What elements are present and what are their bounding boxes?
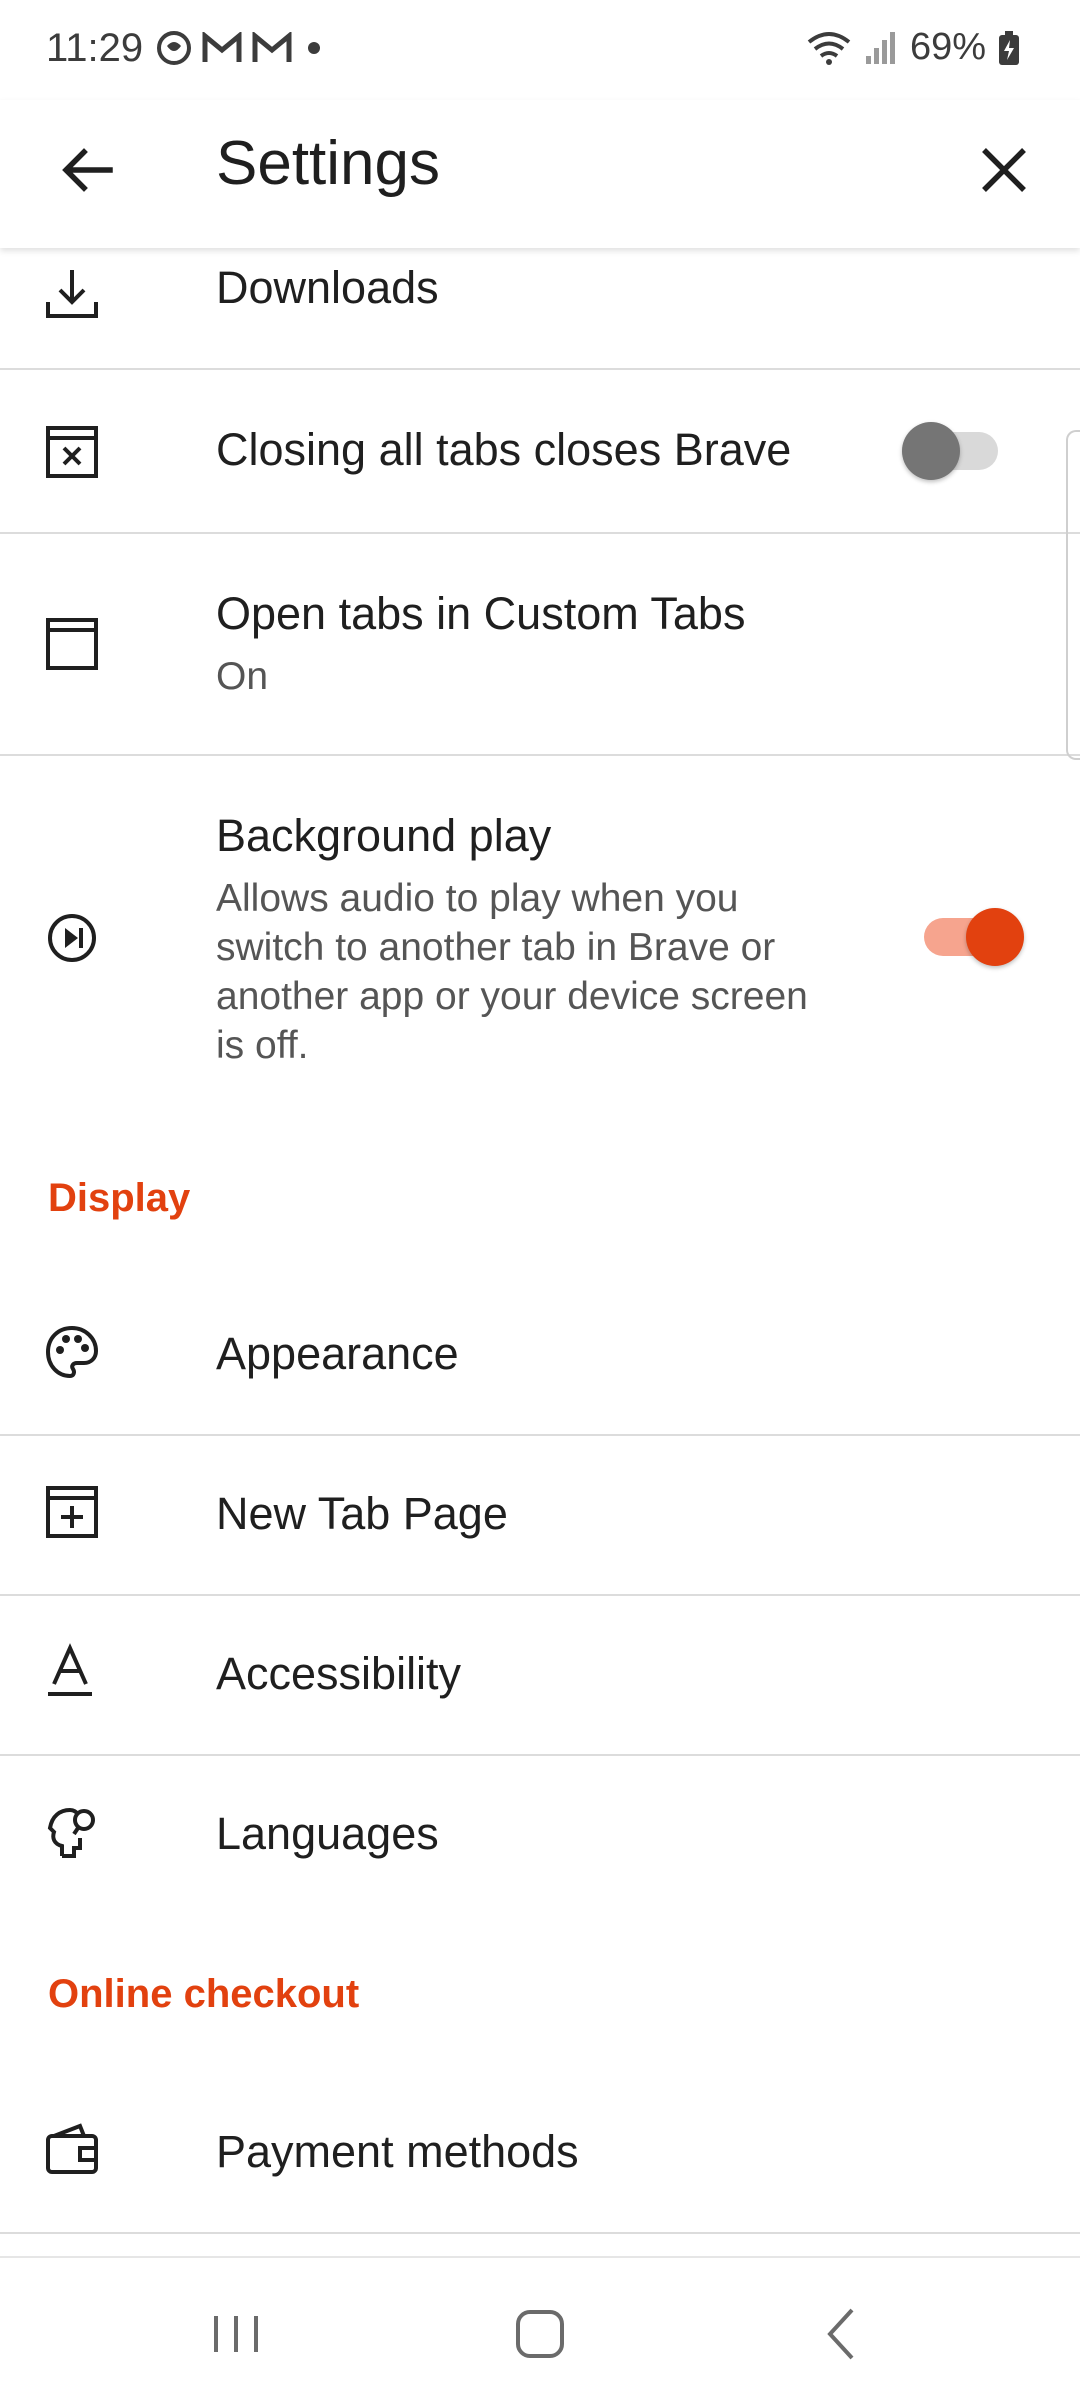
system-navigation-bar: [0, 2256, 1080, 2402]
battery-percent: 69%: [909, 26, 986, 68]
arrow-back-icon: [62, 148, 113, 192]
text-format-icon: [48, 1643, 92, 1696]
more-notifications-dot-icon: [308, 42, 320, 54]
status-time: 11:29: [46, 26, 144, 70]
browser-window-icon: [46, 618, 98, 670]
back-button[interactable]: [52, 134, 124, 206]
settings-item-label: Accessibility: [216, 1648, 462, 1699]
app-bar: Settings: [0, 100, 1080, 248]
settings-item-closing-tabs[interactable]: Closing all tabs closes Brave: [0, 370, 1080, 534]
language-head-icon: [47, 1807, 95, 1858]
status-bar: 11:29 69%: [0, 0, 1080, 100]
settings-item-downloads[interactable]: Downloads: [0, 248, 1080, 370]
wifi-icon: [807, 31, 851, 65]
new-tab-icon: [46, 1486, 98, 1538]
home-icon[interactable]: [500, 2302, 580, 2366]
battery-charging-icon: [999, 30, 1019, 65]
status-right: 69%: [806, 26, 1020, 69]
back-nav-icon[interactable]: [804, 2302, 884, 2366]
settings-item-new-tab-page[interactable]: New Tab Page: [0, 1436, 1080, 1596]
tab-close-icon: [46, 426, 98, 478]
section-header-online-checkout: Online checkout: [48, 1972, 360, 2016]
wallet-icon: [46, 2123, 98, 2174]
settings-item-summary: On: [216, 655, 269, 698]
page-title: Settings: [216, 129, 441, 198]
settings-item-languages[interactable]: Languages: [0, 1756, 1080, 1916]
settings-item-summary: Allows audio to play when you switch to …: [216, 877, 808, 1067]
toggle-thumb: [966, 908, 1024, 966]
settings-item-background-play[interactable]: Background play Allows audio to play whe…: [0, 756, 1080, 1096]
notification-icons: [156, 30, 326, 66]
settings-item-label: Downloads: [216, 262, 439, 313]
close-icon: [982, 148, 1026, 192]
scroll-indicator[interactable]: [1066, 430, 1080, 760]
palette-icon: [45, 1325, 99, 1379]
brave-notification-icon: [157, 31, 191, 65]
gmail-icon: [202, 32, 242, 62]
recent-apps-icon[interactable]: [196, 2302, 276, 2366]
play-circle-icon: [48, 914, 96, 962]
settings-item-label: Payment methods: [216, 2126, 579, 2177]
settings-item-appearance[interactable]: Appearance: [0, 1276, 1080, 1436]
settings-item-payment-methods[interactable]: Payment methods: [0, 2074, 1080, 2234]
settings-item-label: Languages: [216, 1808, 439, 1859]
closing-tabs-toggle[interactable]: [902, 422, 1006, 480]
close-button[interactable]: [968, 134, 1040, 206]
section-header-display: Display: [48, 1176, 191, 1220]
settings-item-label: Background play: [216, 810, 552, 861]
settings-item-label: Appearance: [216, 1328, 459, 1379]
gmail-icon: [252, 32, 292, 62]
background-play-toggle[interactable]: [924, 908, 1028, 966]
settings-item-label: Closing all tabs closes Brave: [216, 424, 792, 475]
signal-icon: [865, 31, 895, 64]
download-icon: [46, 270, 98, 318]
settings-item-custom-tabs[interactable]: Open tabs in Custom Tabs On: [0, 534, 1080, 756]
settings-item-accessibility[interactable]: Accessibility: [0, 1596, 1080, 1756]
toggle-thumb: [902, 422, 960, 480]
settings-item-label: Open tabs in Custom Tabs: [216, 588, 746, 639]
settings-item-label: New Tab Page: [216, 1488, 508, 1539]
